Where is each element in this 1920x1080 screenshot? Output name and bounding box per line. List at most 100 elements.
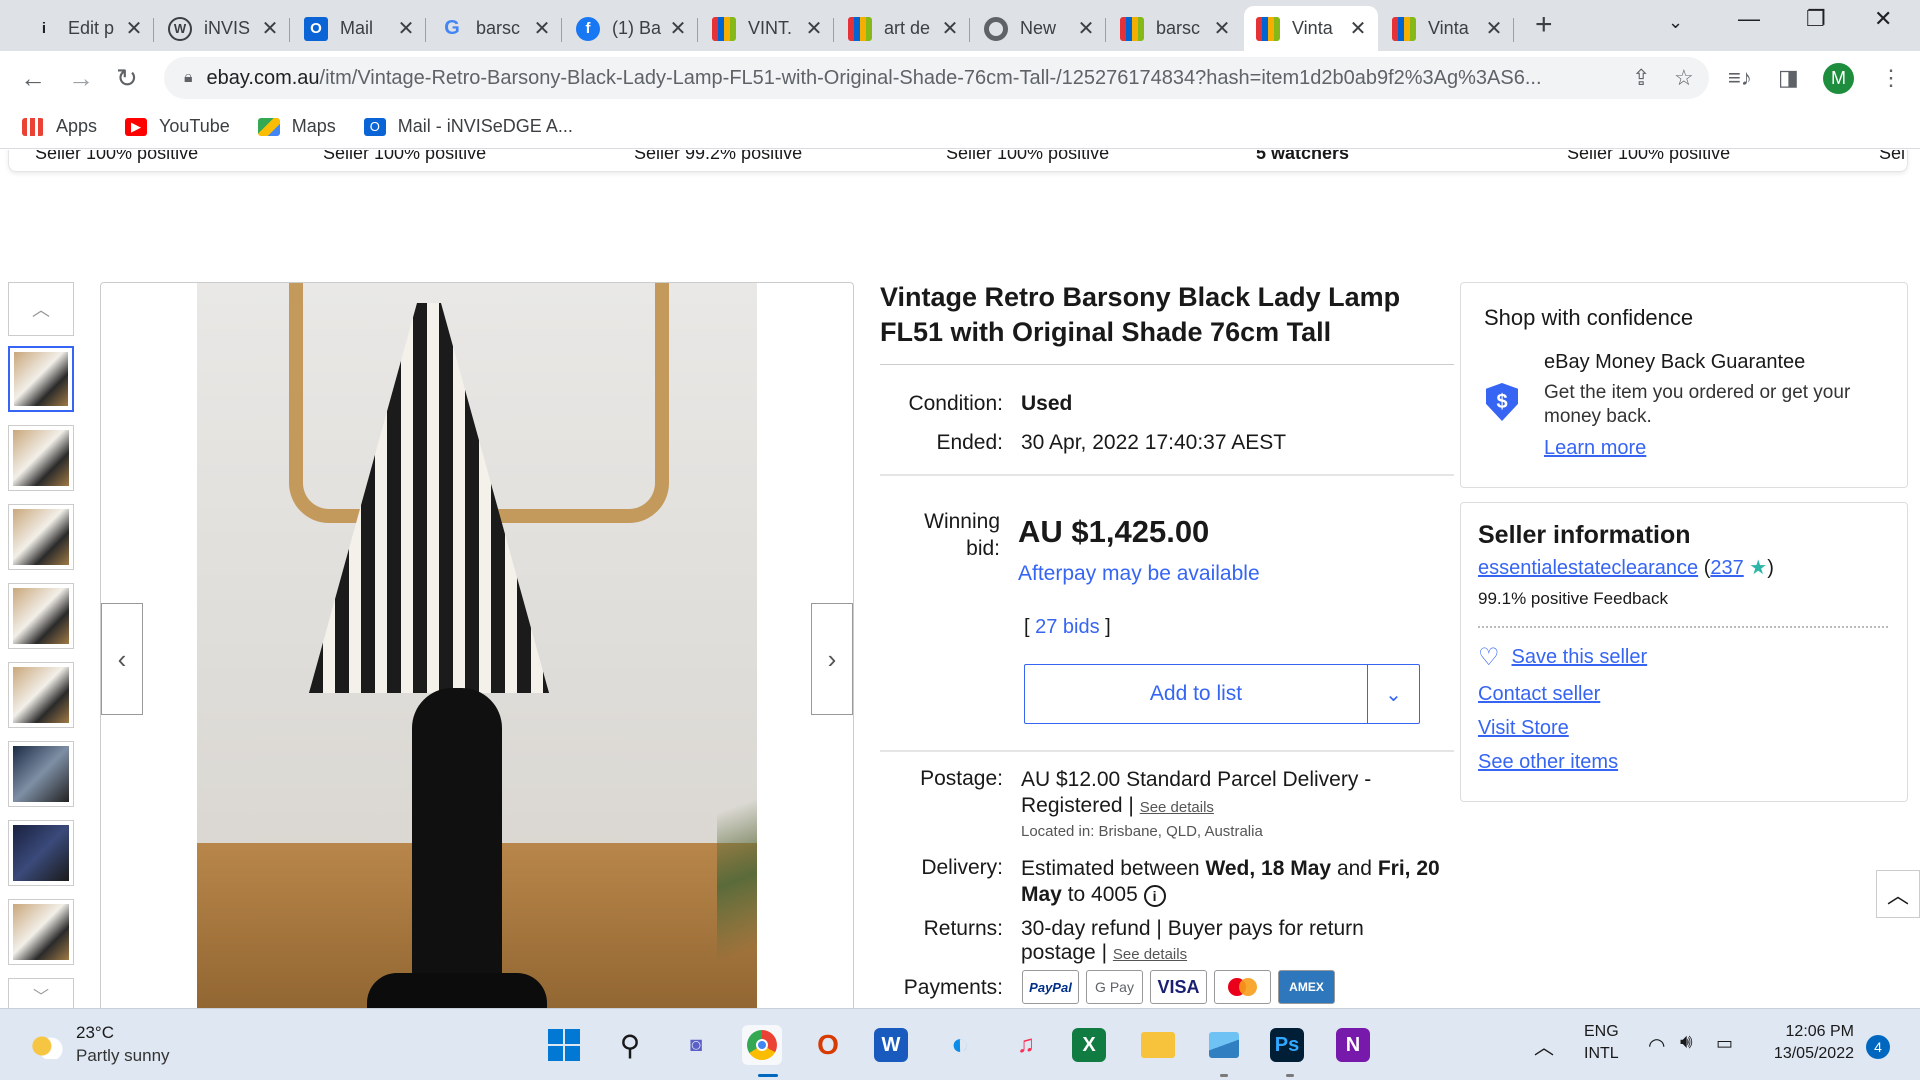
image-next-button[interactable]: › — [811, 603, 853, 715]
tab-edit[interactable]: i Edit p ✕ — [20, 6, 154, 51]
minimize-icon[interactable]: — — [1738, 6, 1760, 32]
bookmark-youtube[interactable]: ▶ YouTube — [125, 116, 230, 137]
battery-icon[interactable]: ▭ — [1716, 1033, 1733, 1054]
media-control-icon[interactable]: ≡♪ — [1728, 65, 1752, 91]
chrome-taskbar-icon[interactable] — [742, 1025, 782, 1065]
learn-more-link[interactable]: Learn more — [1544, 437, 1646, 460]
close-tab-icon[interactable]: ✕ — [530, 16, 554, 41]
thumbnail-1[interactable] — [8, 346, 74, 412]
close-tab-icon[interactable]: ✕ — [802, 16, 826, 41]
contact-seller-link[interactable]: Contact seller — [1478, 683, 1600, 706]
thumbnail-8[interactable] — [8, 899, 74, 965]
returns-see-details-link[interactable]: See details — [1113, 946, 1187, 963]
forward-arrow-icon[interactable]: → — [68, 63, 94, 94]
tray-overflow-chevron-icon[interactable]: ︿ — [1534, 1031, 1554, 1060]
notification-badge[interactable]: 4 — [1866, 1035, 1890, 1059]
afterpay-link[interactable]: Afterpay may be available — [1018, 562, 1260, 586]
close-tab-icon[interactable]: ✕ — [258, 16, 282, 41]
browser-toolbar: ← → ↻ 🔒︎ ebay.com.au/itm/Vintage-Retro-B… — [0, 51, 1920, 105]
close-tab-icon[interactable]: ✕ — [1482, 16, 1506, 41]
volume-icon[interactable]: 🔊︎ — [1680, 1031, 1693, 1054]
restore-icon[interactable]: ❐ — [1806, 6, 1826, 32]
side-panel-icon[interactable]: ◨ — [1778, 65, 1799, 91]
bookmark-mail[interactable]: O Mail - iNVISeDGE A... — [363, 116, 573, 137]
tab-art[interactable]: art de ✕ — [836, 6, 970, 51]
edge-icon[interactable]: ◐ — [940, 1025, 980, 1065]
profile-avatar[interactable]: M — [1823, 63, 1854, 94]
bookmark-star-icon[interactable]: ☆ — [1674, 65, 1694, 91]
close-tab-icon[interactable]: ✕ — [1346, 16, 1370, 41]
photos-icon[interactable] — [1204, 1025, 1244, 1065]
chevron-up-icon: ︿ — [1886, 883, 1909, 908]
thumbnail-6[interactable] — [8, 741, 74, 807]
add-to-list-button[interactable]: Add to list — [1025, 665, 1367, 723]
close-tab-icon[interactable]: ✕ — [394, 16, 418, 41]
close-tab-icon[interactable]: ✕ — [938, 16, 962, 41]
itunes-icon[interactable]: ♫ — [1006, 1025, 1046, 1065]
wifi-icon[interactable]: ◠ — [1648, 1033, 1665, 1058]
close-tab-icon[interactable]: ✕ — [666, 16, 690, 41]
input-language[interactable]: ENG INTL — [1584, 1023, 1619, 1063]
tab-vinta-active[interactable]: Vinta ✕ — [1244, 6, 1378, 51]
reload-icon[interactable]: ↻ — [116, 63, 138, 94]
guarantee-title: eBay Money Back Guarantee — [1544, 351, 1806, 373]
thumbnail-7[interactable] — [8, 820, 74, 886]
word-icon[interactable]: W — [874, 1028, 908, 1062]
info-circle-icon[interactable]: i — [1143, 885, 1166, 907]
clock[interactable]: 12:06 PM 13/05/2022 — [1762, 1023, 1854, 1063]
thumbnail-scroll-up-button[interactable]: ︿ — [8, 282, 74, 336]
onenote-icon[interactable]: N — [1336, 1028, 1370, 1062]
tab-vinta[interactable]: Vinta ✕ — [1380, 6, 1514, 51]
start-windows-icon[interactable] — [544, 1025, 584, 1065]
close-tab-icon[interactable]: ✕ — [1074, 16, 1098, 41]
tab-vint[interactable]: VINT. ✕ — [700, 6, 834, 51]
visit-store-link[interactable]: Visit Store — [1478, 717, 1569, 740]
save-seller-link[interactable]: Save this seller — [1512, 646, 1648, 669]
tab-google[interactable]: G barsc ✕ — [428, 6, 562, 51]
office-icon[interactable]: O — [808, 1025, 848, 1065]
address-bar[interactable]: 🔒︎ ebay.com.au/itm/Vintage-Retro-Barsony… — [164, 57, 1709, 99]
chevron-up-icon: ︿ — [32, 300, 50, 320]
add-to-list-dropdown[interactable]: ⌄ — [1367, 665, 1419, 723]
search-icon[interactable]: ⚲ — [610, 1025, 650, 1065]
feedback-count-link[interactable]: 237 — [1710, 557, 1743, 579]
winning-bid-label: Winning bid: — [924, 510, 1000, 560]
main-product-image[interactable]: ‹ › — [100, 282, 854, 1008]
postage-see-details-link[interactable]: See details — [1140, 799, 1214, 816]
image-prev-button[interactable]: ‹ — [101, 603, 143, 715]
bookmarks-bar: Apps ▶ YouTube Maps O Mail - iNVISeDGE A… — [0, 105, 1920, 149]
file-explorer-icon[interactable] — [1138, 1025, 1178, 1065]
close-window-icon[interactable]: ✕ — [1874, 6, 1892, 32]
url-host: ebay.com.au — [206, 66, 320, 89]
share-icon[interactable]: ⇪ — [1632, 65, 1650, 91]
thumbnail-2[interactable] — [8, 425, 74, 491]
info-icon: i — [41, 20, 47, 37]
save-seller-row[interactable]: ♡ Save this seller — [1478, 643, 1647, 672]
returns-label: Returns: — [923, 917, 1003, 940]
thumbnail-3[interactable] — [8, 504, 74, 570]
thumbnail-5[interactable] — [8, 662, 74, 728]
tab-barsc[interactable]: barsc ✕ — [1108, 6, 1242, 51]
excel-icon[interactable]: X — [1072, 1028, 1106, 1062]
tab-new[interactable]: New ✕ — [972, 6, 1106, 51]
seller-name-link[interactable]: essentialestateclearance — [1478, 557, 1698, 579]
teams-chat-icon[interactable]: ◙ — [676, 1025, 716, 1065]
thumbnail-4[interactable] — [8, 583, 74, 649]
back-arrow-icon[interactable]: ← — [20, 63, 46, 94]
bookmark-apps[interactable]: Apps — [22, 116, 97, 137]
close-tab-icon[interactable]: ✕ — [1210, 16, 1234, 41]
back-to-top-button[interactable]: ︿ — [1876, 870, 1920, 918]
tab-search-chevron-icon[interactable]: ⌄ — [1668, 12, 1683, 33]
close-tab-icon[interactable]: ✕ — [122, 16, 146, 41]
bids-link[interactable]: 27 bids — [1035, 616, 1100, 638]
see-other-items-link[interactable]: See other items — [1478, 751, 1618, 774]
bookmark-maps[interactable]: Maps — [257, 116, 336, 137]
menu-kebab-icon[interactable]: ⋮ — [1880, 65, 1902, 91]
tab-invis[interactable]: W iNVIS ✕ — [156, 6, 290, 51]
tab-mail[interactable]: O Mail ✕ — [292, 6, 426, 51]
weather-widget[interactable]: 23°C Partly sunny — [30, 1023, 170, 1066]
tab-facebook[interactable]: f (1) Ba ✕ — [564, 6, 698, 51]
thumbnail-scroll-down-button[interactable]: ﹀ — [8, 978, 74, 1008]
photoshop-icon[interactable]: Ps — [1270, 1028, 1304, 1062]
new-tab-plus-icon[interactable]: + — [1535, 8, 1553, 42]
